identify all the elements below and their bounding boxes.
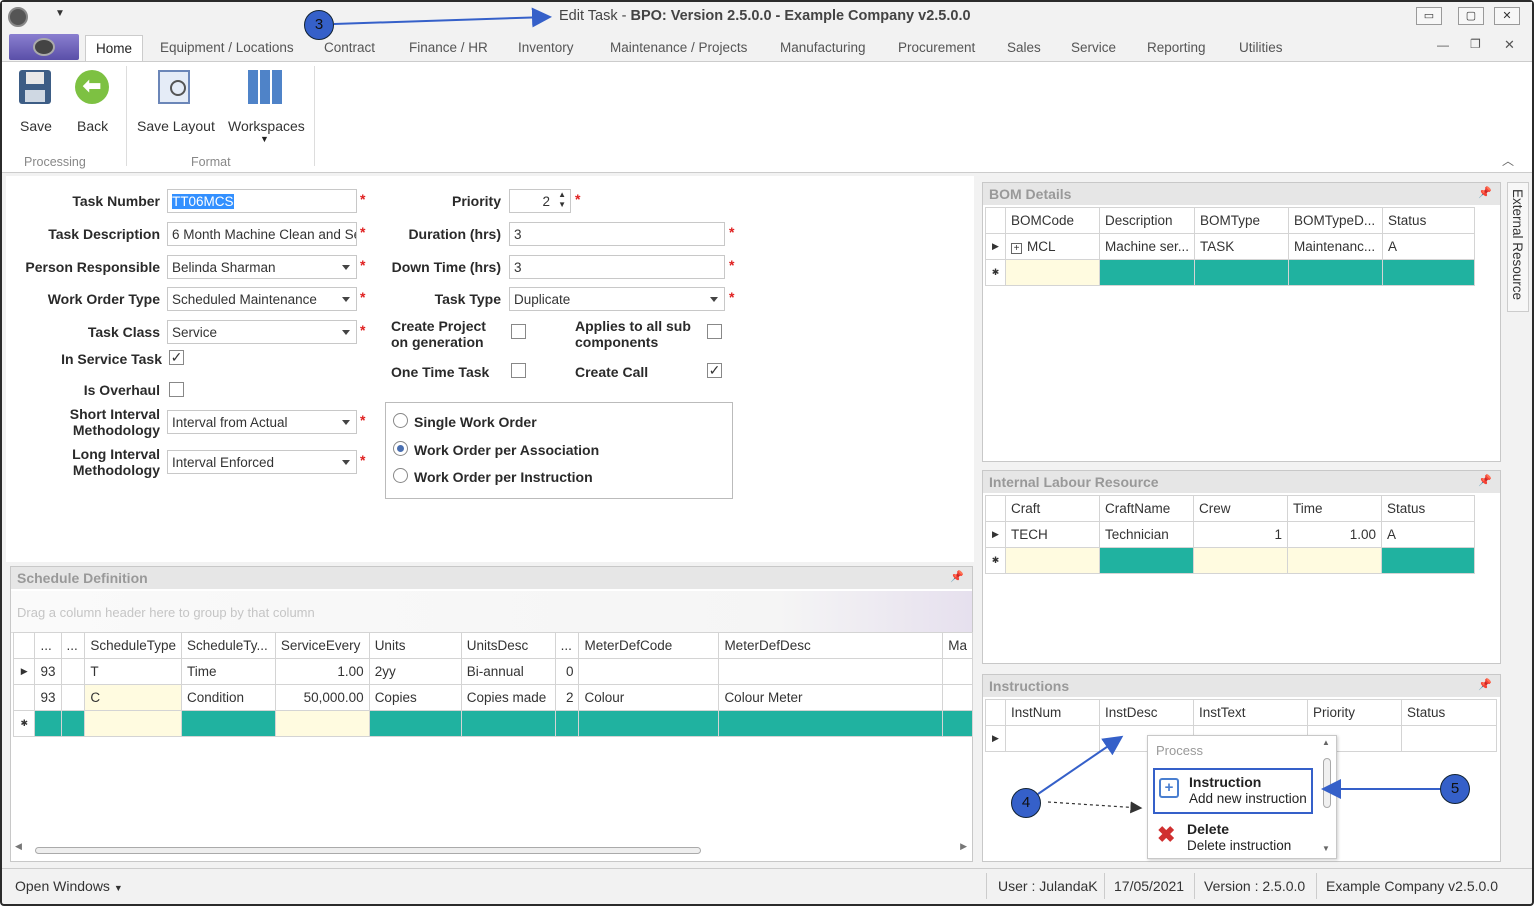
- callout-5: 5: [1440, 774, 1470, 804]
- callout-3-arrow: [333, 7, 552, 28]
- callout-4-dashed-arrow: [1047, 801, 1143, 814]
- callout-4-arrow: [1037, 735, 1124, 795]
- callout-4: 4: [1011, 788, 1041, 818]
- annotation-arrows: [333, 7, 1440, 814]
- callout-3: 3: [304, 10, 334, 40]
